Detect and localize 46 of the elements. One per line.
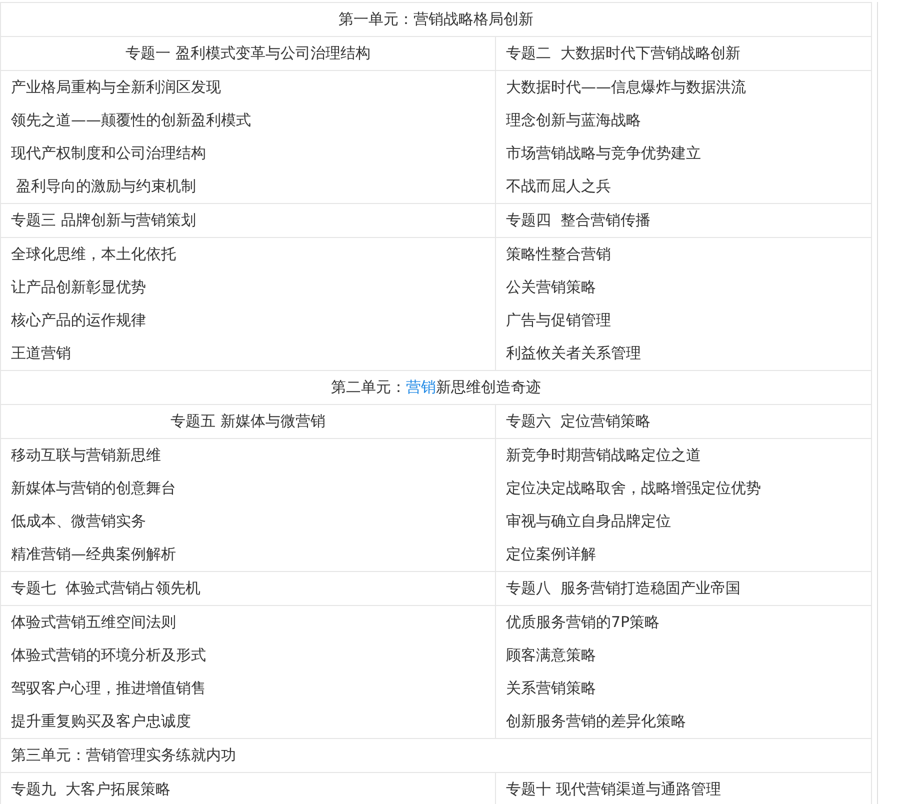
topic-title: 专题一 盈利模式变革与公司治理结构 bbox=[124, 43, 372, 64]
list-item-text: 核心产品的运作规律 bbox=[11, 310, 147, 331]
list-item-text: 盈利导向的激励与约束机制 bbox=[14, 176, 197, 197]
list-item-text: 全球化思维，本土化依托 bbox=[11, 244, 177, 265]
link[interactable]: 营销 bbox=[406, 378, 436, 397]
topic-title: 专题七 体验式营销占领先机 bbox=[11, 578, 202, 599]
list-item-text: 体验式营销五维空间法则 bbox=[11, 612, 177, 633]
list-item-text: 大数据时代——信息爆炸与数据洪流 bbox=[506, 77, 747, 98]
list-item-text: 新竞争时期营销战略定位之道 bbox=[506, 445, 702, 466]
list-item-text: 移动互联与营销新思维 bbox=[11, 445, 162, 466]
list-item-text: 理念创新与蓝海战略 bbox=[506, 110, 642, 131]
topic-title: 专题八 服务营销打造稳固产业帝国 bbox=[506, 578, 742, 599]
list-item-text: 让产品创新彰显优势 bbox=[11, 277, 147, 298]
list-item-text: 新媒体与营销的创意舞台 bbox=[11, 478, 177, 499]
unit-title: 第二单元：营销新思维创造奇迹 bbox=[330, 377, 542, 399]
list-item-text: 顾客满意策略 bbox=[506, 645, 597, 666]
list-item-text: 提升重复购买及客户忠诚度 bbox=[11, 711, 192, 732]
list-item-text: 低成本、微营销实务 bbox=[11, 511, 147, 532]
list-item-text: 市场营销战略与竞争优势建立 bbox=[506, 143, 702, 164]
list-item-text: 现代产权制度和公司治理结构 bbox=[11, 143, 207, 164]
topic-title: 专题三 品牌创新与营销策划 bbox=[11, 210, 197, 231]
topic-title: 专题九 大客户拓展策略 bbox=[11, 779, 172, 800]
list-item-text: 定位决定战略取舍，战略增强定位优势 bbox=[506, 478, 762, 499]
list-item-text: 广告与促销管理 bbox=[506, 310, 612, 331]
topic-title: 专题四 整合营销传播 bbox=[506, 210, 652, 231]
unit-title: 第一单元：营销战略格局创新 bbox=[338, 9, 534, 30]
list-item-text: 公关营销策略 bbox=[506, 277, 597, 298]
list-item-text: 驾驭客户心理，推进增值销售 bbox=[11, 678, 207, 699]
list-item-text: 精准营销—经典案例解析 bbox=[11, 544, 177, 565]
list-item-text: 优质服务营销的7P策略 bbox=[506, 612, 661, 633]
list-item-text: 领先之道——颠覆性的创新盈利模式 bbox=[11, 110, 252, 131]
list-item-text: 创新服务营销的差异化策略 bbox=[506, 711, 687, 732]
list-item-text: 体验式营销的环境分析及形式 bbox=[11, 645, 207, 666]
list-item-text: 产业格局重构与全新利润区发现 bbox=[11, 77, 222, 98]
list-item-text: 关系营销策略 bbox=[506, 678, 597, 699]
list-item-text: 定位案例详解 bbox=[506, 544, 597, 565]
list-item-text: 不战而屈人之兵 bbox=[506, 176, 612, 197]
list-item-text: 利益攸关者关系管理 bbox=[506, 343, 642, 364]
topic-title: 专题十 现代营销渠道与通路管理 bbox=[506, 779, 722, 800]
topic-title: 专题六 定位营销策略 bbox=[506, 411, 652, 432]
topic-title: 专题二 大数据时代下营销战略创新 bbox=[506, 43, 742, 64]
list-item-text: 审视与确立自身品牌定位 bbox=[506, 511, 672, 532]
topic-title: 专题五 新媒体与微营销 bbox=[170, 411, 326, 432]
list-item-text: 策略性整合营销 bbox=[506, 244, 612, 265]
list-item-text: 王道营销 bbox=[11, 343, 72, 364]
unit-title: 第三单元：营销管理实务练就内功 bbox=[10, 745, 237, 766]
